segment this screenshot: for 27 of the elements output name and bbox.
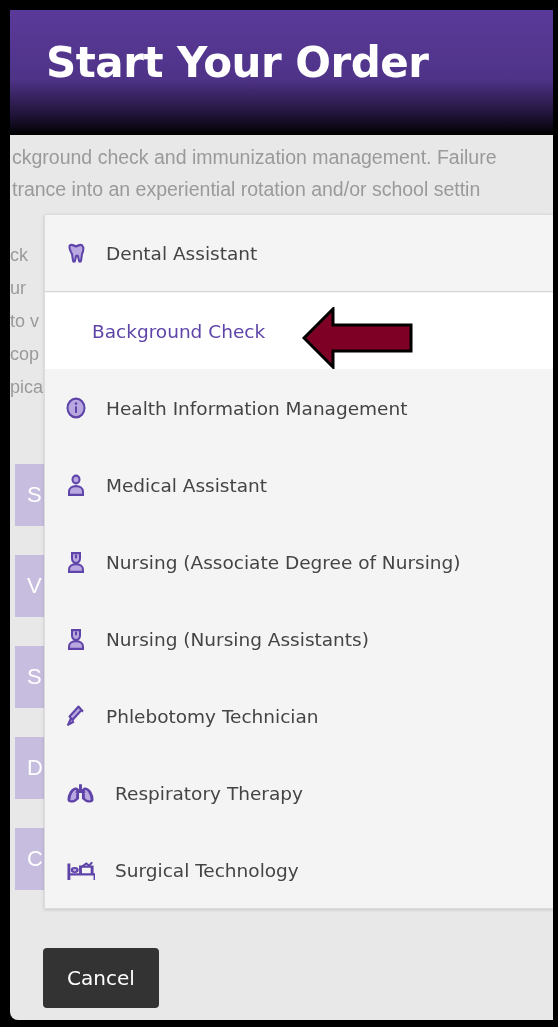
faded-text: ur (10, 277, 27, 300)
menu-item[interactable]: Respiratory Therapy (45, 754, 553, 831)
arrow-icon (302, 307, 414, 369)
menu-item[interactable]: Surgical Technology (45, 831, 553, 908)
lungs-icon (66, 782, 95, 804)
page-title: Start Your Order (46, 38, 429, 87)
submenu-item[interactable]: Background Check (45, 292, 553, 369)
faded-text: ck (10, 244, 29, 267)
menu-item[interactable]: Phlebotomy Technician (45, 677, 553, 754)
nurse-icon (66, 551, 86, 573)
faded-text: ckground check and immunization management. Failure (12, 145, 498, 170)
info-icon (66, 397, 86, 419)
doctor-icon (66, 474, 86, 496)
tooth-icon (66, 242, 86, 264)
bed-icon (66, 859, 95, 881)
menu-item[interactable]: Dental Assistant (45, 215, 553, 292)
syringe-icon (66, 705, 86, 727)
nurse-icon (66, 628, 86, 650)
menu-item[interactable]: Nursing (Associate Degree of Nursing) (45, 523, 553, 600)
faded-text: to v (10, 310, 40, 333)
menu-item[interactable]: Medical Assistant (45, 446, 553, 523)
faded-text: pica (10, 376, 44, 399)
menu-item[interactable]: Health Information Management (45, 369, 553, 446)
cancel-button[interactable]: Cancel (43, 948, 159, 1008)
menu-item[interactable]: Nursing (Nursing Assistants) (45, 600, 553, 677)
faded-text: cop (10, 343, 41, 366)
faded-text: trance into an experiential rotation and/or school settin (12, 177, 482, 202)
